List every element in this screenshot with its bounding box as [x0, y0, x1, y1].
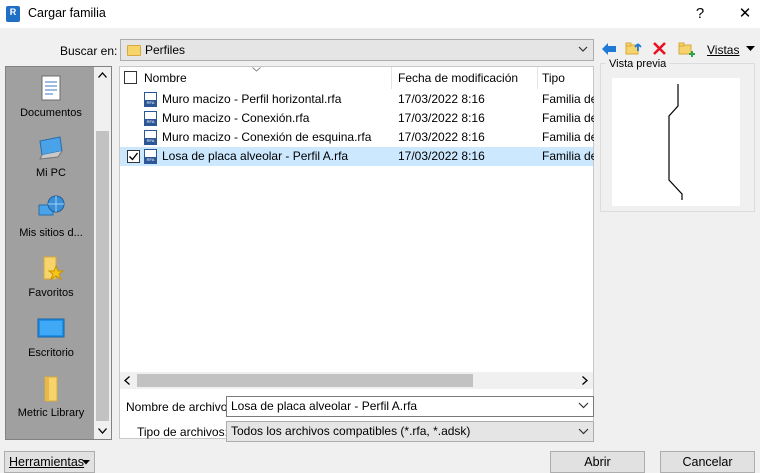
file-name: Muro macizo - Conexión de esquina.rfa: [162, 130, 372, 144]
close-button[interactable]: ✕: [731, 3, 759, 25]
look-in-value: Perfiles: [145, 43, 186, 57]
rfa-file-icon: [144, 111, 157, 126]
file-name: Losa de placa alveolar - Perfil A.rfa: [162, 149, 349, 163]
chevron-down-icon[interactable]: [98, 428, 107, 434]
delete-icon[interactable]: [652, 41, 667, 56]
row-checkbox-checked[interactable]: [127, 150, 140, 163]
file-type: Familia de: [542, 111, 594, 125]
up-folder-icon[interactable]: [625, 40, 643, 58]
folder-icon: [127, 45, 141, 56]
column-header-name[interactable]: Nombre: [140, 67, 392, 89]
views-button[interactable]: Vistas: [707, 43, 739, 57]
rfa-file-icon: [144, 92, 157, 107]
column-header-modified[interactable]: Fecha de modificación: [394, 67, 538, 89]
places-scroll-thumb[interactable]: [96, 131, 109, 421]
file-type: Familia de: [542, 130, 594, 144]
file-row[interactable]: Muro macizo - Conexión de esquina.rfa 17…: [120, 128, 594, 147]
favorites-folder-icon: [36, 253, 66, 283]
filetype-value: Todos los archivos compatibles (*.rfa, *…: [231, 424, 471, 438]
file-modified: 17/03/2022 8:16: [398, 149, 485, 163]
views-dropdown-icon[interactable]: [746, 46, 755, 52]
network-globe-icon: [36, 193, 66, 223]
chevron-down-icon: [578, 46, 588, 52]
place-label: Documentos: [20, 107, 82, 119]
file-name: Muro macizo - Conexión.rfa: [162, 111, 310, 125]
filename-label: Nombre de archivo:: [126, 400, 231, 414]
place-metric-library[interactable]: Metric Library: [6, 373, 96, 419]
filename-input[interactable]: Losa de placa alveolar - Perfil A.rfa: [226, 396, 594, 417]
computer-icon: [36, 133, 66, 163]
profile-preview-drawing: [668, 84, 683, 200]
chevron-left-icon[interactable]: [124, 376, 130, 385]
preview-label: Vista previa: [606, 58, 670, 70]
place-favorites[interactable]: Favoritos: [6, 253, 96, 299]
place-label: Metric Library: [17, 407, 85, 419]
back-arrow-icon[interactable]: [601, 42, 617, 56]
file-modified: 17/03/2022 8:16: [398, 130, 485, 144]
look-in-label: Buscar en:: [60, 44, 118, 58]
check-icon: [129, 152, 139, 161]
cancel-button[interactable]: Cancelar: [660, 451, 755, 473]
rfa-file-icon: [144, 149, 157, 164]
place-my-pc[interactable]: Mi PC: [6, 133, 96, 179]
revit-app-icon: R: [6, 6, 20, 22]
filename-value: Losa de placa alveolar - Perfil A.rfa: [231, 399, 418, 413]
place-label: Escritorio: [28, 347, 74, 359]
chevron-up-icon[interactable]: [98, 72, 107, 78]
desktop-icon: [36, 313, 66, 343]
file-type: Familia de: [542, 92, 594, 106]
place-label: Mis sitios d...: [19, 227, 83, 239]
file-row[interactable]: Muro macizo - Perfil horizontal.rfa 17/0…: [120, 90, 594, 109]
file-modified: 17/03/2022 8:16: [398, 111, 485, 125]
place-label: Mi PC: [36, 167, 66, 179]
column-header-type[interactable]: Tipo: [538, 67, 598, 89]
chevron-right-icon[interactable]: [582, 376, 588, 385]
views-label: Vistas: [707, 43, 740, 57]
filetype-label: Tipo de archivos:: [137, 425, 228, 439]
file-type: Familia de: [542, 149, 594, 163]
file-row[interactable]: Muro macizo - Conexión.rfa 17/03/2022 8:…: [120, 109, 594, 128]
window-title: Cargar familia: [28, 6, 106, 20]
place-label: Favoritos: [28, 287, 74, 299]
app-icon-letter: R: [9, 7, 17, 17]
hscroll-thumb[interactable]: [137, 374, 473, 387]
help-button[interactable]: ?: [686, 3, 714, 25]
title-bar: [0, 0, 760, 28]
file-modified: 17/03/2022 8:16: [398, 92, 485, 106]
file-name: Muro macizo - Perfil horizontal.rfa: [162, 92, 342, 106]
chevron-down-icon[interactable]: [578, 402, 589, 409]
tools-label: Herramientas: [9, 455, 85, 469]
place-desktop[interactable]: Escritorio: [6, 313, 96, 359]
file-row-selected[interactable]: Losa de placa alveolar - Perfil A.rfa 17…: [120, 147, 594, 166]
open-button[interactable]: Abrir: [550, 451, 645, 473]
tools-button[interactable]: Herramientas: [4, 451, 95, 473]
place-documents[interactable]: Documentos: [6, 73, 96, 119]
dropdown-arrow-icon: [82, 460, 90, 465]
look-in-combo[interactable]: Perfiles: [120, 39, 594, 61]
folder-icon: [36, 373, 66, 403]
chevron-down-icon: [578, 428, 589, 435]
new-folder-icon[interactable]: [678, 40, 696, 58]
select-all-checkbox[interactable]: [124, 71, 137, 84]
place-network[interactable]: Mis sitios d...: [6, 193, 96, 239]
rfa-file-icon: [144, 130, 157, 145]
places-scrollbar[interactable]: [94, 67, 111, 439]
filetype-select[interactable]: Todos los archivos compatibles (*.rfa, *…: [226, 421, 594, 442]
documents-icon: [36, 73, 66, 103]
preview-image: [612, 78, 740, 206]
file-list-hscrollbar[interactable]: [120, 372, 593, 389]
